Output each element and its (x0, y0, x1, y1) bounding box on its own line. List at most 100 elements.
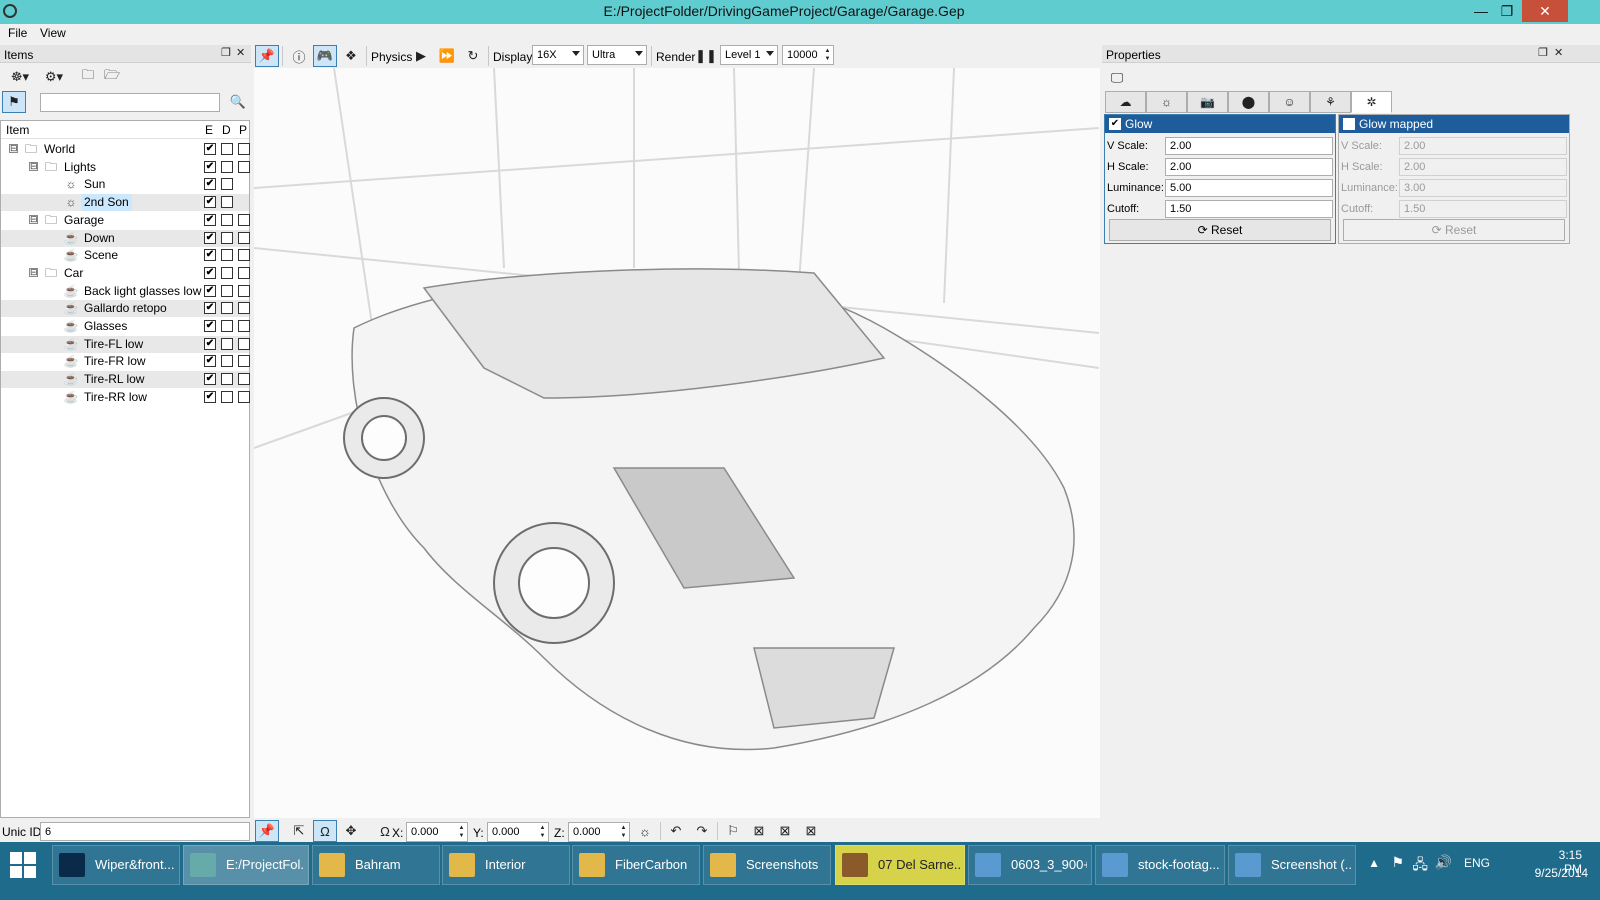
e-checkbox[interactable] (204, 249, 216, 262)
tree-row[interactable]: ☕ Tire-FL low (1, 335, 250, 353)
tree-row[interactable]: ☼ 2nd Son (1, 194, 249, 212)
d-checkbox[interactable] (221, 337, 233, 350)
d-checkbox[interactable] (221, 143, 233, 155)
v-scale-input[interactable]: 2.00 (1165, 137, 1333, 155)
play-button[interactable]: ▶ (409, 45, 433, 67)
x-spinbox[interactable]: 0.000 ▲ ▼ (406, 822, 468, 842)
glow-checkbox[interactable]: ✔ (1109, 118, 1121, 130)
display-multiplier-select[interactable]: 16X (532, 45, 584, 65)
info-button[interactable]: ⓘ (287, 45, 311, 67)
spin-down-icon[interactable]: ▼ (457, 832, 466, 840)
lock-y-button[interactable]: ⊠ (773, 820, 797, 842)
pin-button[interactable]: 📌 (255, 45, 279, 67)
e-checkbox[interactable] (204, 160, 216, 173)
search-button[interactable]: 🔍 (226, 91, 250, 113)
pause-button[interactable]: ❚❚ (694, 45, 718, 67)
tab-plant[interactable]: ⚘ (1310, 91, 1351, 113)
d-checkbox[interactable] (221, 373, 233, 386)
light-settings-button[interactable]: ☼ (633, 820, 657, 842)
d-checkbox[interactable] (221, 302, 233, 315)
spin-down-icon[interactable]: ▼ (538, 832, 547, 840)
close-button[interactable]: ✕ (1522, 0, 1568, 22)
taskbar-item[interactable]: Screenshot (... (1228, 845, 1356, 885)
glow-mapped-checkbox[interactable] (1343, 118, 1355, 130)
lock-x-button[interactable]: ⊠ (747, 820, 771, 842)
tab-toggle[interactable]: ⬤ (1228, 91, 1269, 113)
d-checkbox[interactable] (221, 266, 233, 279)
reset-physics-button[interactable]: ↻ (461, 45, 485, 67)
tree-row[interactable]: ☕ Scene (1, 247, 250, 264)
spin-up-icon[interactable]: ▲ (823, 47, 832, 55)
e-checkbox[interactable] (204, 320, 216, 332)
volume-icon[interactable]: 🔊 (1435, 854, 1452, 871)
e-checkbox[interactable] (204, 302, 216, 315)
tab-environment[interactable]: ☁ (1105, 91, 1146, 113)
tree-row[interactable]: ☕ Back light glasses low (1, 283, 250, 300)
d-checkbox[interactable] (221, 178, 233, 191)
collapse-icon[interactable]: ⊟ (29, 214, 38, 224)
e-checkbox[interactable] (204, 373, 216, 386)
spin-up-icon[interactable]: ▲ (538, 824, 547, 832)
e-checkbox[interactable] (204, 266, 216, 279)
p-checkbox[interactable] (238, 337, 250, 350)
e-checkbox[interactable] (204, 337, 216, 350)
rotate-mode-button[interactable]: Ω (313, 820, 337, 842)
open-folder-button[interactable]: 🗀 (76, 66, 100, 88)
maximize-button[interactable]: ❐ (1492, 0, 1522, 22)
tab-effects[interactable]: ✲ (1351, 91, 1392, 113)
d-checkbox[interactable] (221, 160, 233, 173)
pin-bottom-button[interactable]: 📌 (255, 820, 279, 842)
d-checkbox[interactable] (221, 284, 233, 297)
properties-float-button[interactable]: ❐ (1538, 46, 1548, 59)
taskbar-item[interactable]: FiberCarbon (572, 845, 700, 885)
flag-icon[interactable]: ⚑ (1391, 854, 1404, 871)
p-checkbox[interactable] (238, 213, 250, 226)
taskbar-item[interactable]: stock-footag... (1095, 845, 1225, 885)
windows-start-icon[interactable] (10, 852, 36, 878)
flag-button[interactable]: ⚐ (721, 820, 745, 842)
taskbar-item[interactable]: E:/ProjectFol... (183, 845, 309, 885)
d-checkbox[interactable] (221, 320, 233, 332)
count-spinbox[interactable]: 10000 ▲ ▼ (782, 45, 834, 65)
clock-date[interactable]: 9/25/2014 (1535, 866, 1588, 880)
tab-sun[interactable]: ☼ (1146, 91, 1187, 113)
p-checkbox[interactable] (238, 231, 250, 244)
tab-camera[interactable]: 📷 (1187, 91, 1228, 113)
p-checkbox[interactable] (238, 266, 250, 279)
taskbar-item[interactable]: Interior (442, 845, 570, 885)
dropbox-button[interactable]: ❖ (339, 45, 363, 67)
p-checkbox[interactable] (238, 160, 250, 173)
tree-row[interactable]: ⊟ 🗀 Lights (1, 159, 250, 176)
p-checkbox[interactable] (238, 143, 250, 155)
e-checkbox[interactable] (204, 213, 216, 226)
tree-row[interactable]: ☕ Down (1, 229, 250, 247)
search-input[interactable] (40, 93, 220, 112)
tree-row[interactable]: ☕ Tire-RL low (1, 371, 250, 389)
e-checkbox[interactable] (204, 196, 216, 209)
d-checkbox[interactable] (221, 231, 233, 244)
d-checkbox[interactable] (221, 196, 233, 209)
network-icon[interactable]: 🖧 (1412, 854, 1428, 878)
p-checkbox[interactable] (238, 373, 250, 386)
d-checkbox[interactable] (221, 355, 233, 368)
tree-row[interactable]: ☼ Sun (1, 176, 249, 193)
e-checkbox[interactable] (204, 355, 216, 368)
spin-down-icon[interactable]: ▼ (823, 55, 832, 63)
gamepad-button[interactable]: 🎮 (313, 45, 337, 67)
e-checkbox[interactable] (204, 143, 216, 155)
collapse-icon[interactable]: ⊟ (29, 161, 38, 171)
tree-row[interactable]: ☕ Gallardo retopo (1, 300, 250, 318)
menu-file[interactable]: File (8, 26, 27, 40)
tree-row[interactable]: ⊟ 🗀 Garage (1, 212, 250, 229)
d-checkbox[interactable] (221, 213, 233, 226)
e-checkbox[interactable] (204, 390, 216, 403)
select-mode-button[interactable]: ⚑ (2, 91, 26, 113)
y-spinbox[interactable]: 0.000 ▲ ▼ (487, 822, 549, 842)
language-indicator[interactable]: ENG (1464, 856, 1490, 870)
spin-down-icon[interactable]: ▼ (619, 832, 628, 840)
cutoff-input[interactable]: 1.50 (1165, 200, 1333, 218)
p-checkbox[interactable] (238, 249, 250, 262)
items-panel-close-button[interactable]: ✕ (236, 46, 245, 59)
h-scale-input[interactable]: 2.00 (1165, 158, 1333, 176)
glow-reset-button[interactable]: ⟳ Reset (1109, 219, 1331, 241)
